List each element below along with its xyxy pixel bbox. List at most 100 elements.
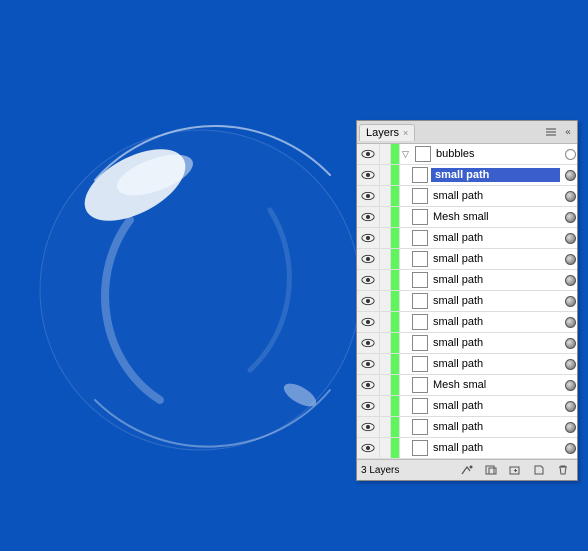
layer-name[interactable]: Mesh smal <box>431 379 560 391</box>
panel-collapse-icon[interactable]: « <box>561 125 575 139</box>
target-button[interactable] <box>563 249 577 269</box>
visibility-toggle[interactable] <box>357 333 380 353</box>
lock-cell[interactable] <box>380 417 391 437</box>
layer-row[interactable]: small path <box>357 165 577 186</box>
panel-tabbar: Layers × « <box>357 121 577 144</box>
lock-cell[interactable] <box>380 312 391 332</box>
layer-name[interactable]: small path <box>431 274 560 286</box>
layer-row[interactable]: small path <box>357 186 577 207</box>
lock-cell[interactable] <box>380 144 391 164</box>
target-button[interactable] <box>563 228 577 248</box>
visibility-toggle[interactable] <box>357 375 380 395</box>
layer-name[interactable]: small path <box>431 190 560 202</box>
layer-row-parent[interactable]: ▽ bubbles <box>357 144 577 165</box>
lock-cell[interactable] <box>380 396 391 416</box>
layer-name[interactable]: small path <box>431 442 560 454</box>
layer-name[interactable]: small path <box>431 253 560 265</box>
layer-row[interactable]: Mesh smal <box>357 375 577 396</box>
disclosure-triangle-icon[interactable]: ▽ <box>402 149 412 160</box>
lock-cell[interactable] <box>380 249 391 269</box>
layer-name[interactable]: small path <box>431 168 560 182</box>
layers-panel: Layers × « ▽ bubbles small path small pat… <box>356 120 578 481</box>
lock-cell[interactable] <box>380 270 391 290</box>
lock-cell[interactable] <box>380 354 391 374</box>
close-tab-icon[interactable]: × <box>403 128 408 138</box>
eye-icon <box>361 338 375 348</box>
new-sublayer-icon[interactable] <box>505 462 525 478</box>
layer-name[interactable]: small path <box>431 232 560 244</box>
layers-count-label: 3 Layers <box>361 465 399 476</box>
layer-color-swatch <box>391 417 400 437</box>
target-button[interactable] <box>563 186 577 206</box>
target-button[interactable] <box>563 438 577 458</box>
delete-layer-icon[interactable] <box>553 462 573 478</box>
target-button[interactable] <box>563 417 577 437</box>
visibility-toggle[interactable] <box>357 438 380 458</box>
layer-row[interactable]: small path <box>357 228 577 249</box>
layer-thumbnail <box>412 314 428 330</box>
visibility-toggle[interactable] <box>357 291 380 311</box>
visibility-toggle[interactable] <box>357 144 380 164</box>
visibility-toggle[interactable] <box>357 186 380 206</box>
visibility-toggle[interactable] <box>357 228 380 248</box>
layer-name[interactable]: small path <box>431 421 560 433</box>
panel-statusbar: 3 Layers <box>357 459 577 480</box>
make-clipping-mask-icon[interactable] <box>481 462 501 478</box>
target-button[interactable] <box>563 312 577 332</box>
eye-icon <box>361 170 375 180</box>
layer-color-swatch <box>391 438 400 458</box>
visibility-toggle[interactable] <box>357 165 380 185</box>
lock-cell[interactable] <box>380 207 391 227</box>
lock-cell[interactable] <box>380 333 391 353</box>
visibility-toggle[interactable] <box>357 396 380 416</box>
visibility-toggle[interactable] <box>357 207 380 227</box>
layer-name[interactable]: small path <box>431 358 560 370</box>
layer-row[interactable]: small path <box>357 333 577 354</box>
target-button[interactable] <box>563 333 577 353</box>
target-button[interactable] <box>563 165 577 185</box>
eye-icon <box>361 359 375 369</box>
visibility-toggle[interactable] <box>357 270 380 290</box>
target-button[interactable] <box>563 396 577 416</box>
layer-row[interactable]: small path <box>357 291 577 312</box>
layer-row[interactable]: small path <box>357 438 577 459</box>
visibility-toggle[interactable] <box>357 417 380 437</box>
layer-name[interactable]: small path <box>431 400 560 412</box>
layer-name[interactable]: small path <box>431 316 560 328</box>
layers-list[interactable]: ▽ bubbles small path small path Mesh small… <box>357 144 577 459</box>
layer-row[interactable]: small path <box>357 249 577 270</box>
target-button[interactable] <box>563 207 577 227</box>
target-button[interactable] <box>563 270 577 290</box>
layer-name[interactable]: small path <box>431 337 560 349</box>
target-button[interactable] <box>563 354 577 374</box>
layer-row[interactable]: small path <box>357 312 577 333</box>
panel-menu-icon[interactable] <box>544 125 558 139</box>
target-button[interactable] <box>563 291 577 311</box>
layer-name[interactable]: small path <box>431 295 560 307</box>
visibility-toggle[interactable] <box>357 312 380 332</box>
layer-row[interactable]: small path <box>357 396 577 417</box>
locate-object-icon[interactable] <box>457 462 477 478</box>
lock-cell[interactable] <box>380 228 391 248</box>
target-button[interactable] <box>563 375 577 395</box>
eye-icon <box>361 191 375 201</box>
eye-icon <box>361 275 375 285</box>
layer-color-swatch <box>391 375 400 395</box>
visibility-toggle[interactable] <box>357 249 380 269</box>
layer-thumbnail <box>412 419 428 435</box>
lock-cell[interactable] <box>380 438 391 458</box>
layers-tab[interactable]: Layers × <box>359 124 415 141</box>
lock-cell[interactable] <box>380 165 391 185</box>
lock-cell[interactable] <box>380 186 391 206</box>
layer-row[interactable]: small path <box>357 270 577 291</box>
layer-name[interactable]: bubbles <box>434 148 560 160</box>
lock-cell[interactable] <box>380 291 391 311</box>
target-button[interactable] <box>563 144 577 164</box>
layer-row[interactable]: Mesh small <box>357 207 577 228</box>
new-layer-icon[interactable] <box>529 462 549 478</box>
layer-row[interactable]: small path <box>357 354 577 375</box>
lock-cell[interactable] <box>380 375 391 395</box>
visibility-toggle[interactable] <box>357 354 380 374</box>
layer-row[interactable]: small path <box>357 417 577 438</box>
layer-name[interactable]: Mesh small <box>431 211 560 223</box>
